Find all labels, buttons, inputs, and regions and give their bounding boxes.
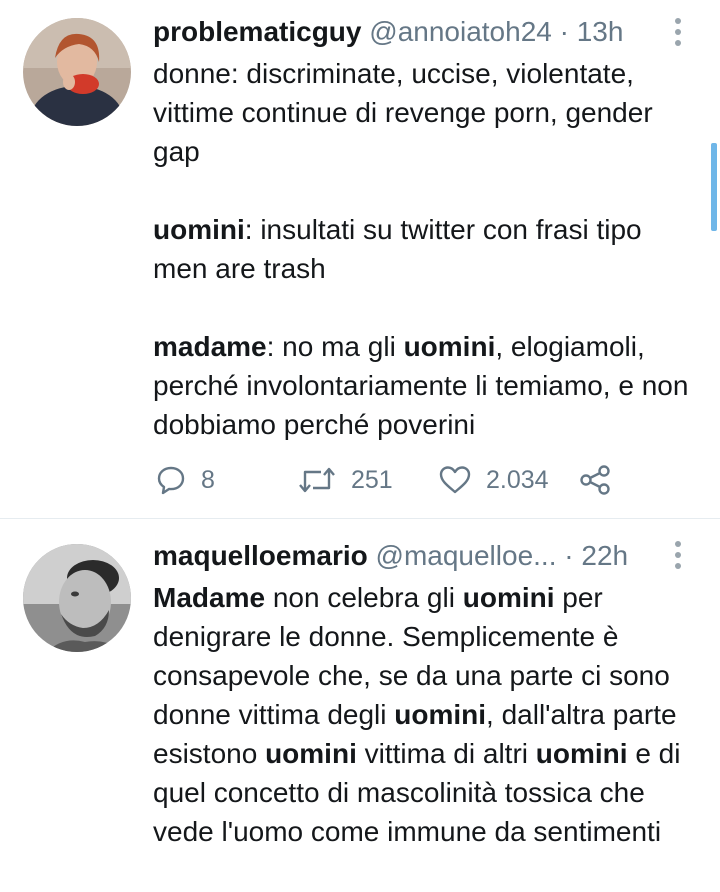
separator-dot: · <box>559 16 569 47</box>
display-name[interactable]: maquelloemario <box>153 540 368 571</box>
retweet-icon <box>299 467 335 493</box>
more-vertical-icon[interactable] <box>672 18 684 52</box>
share-icon <box>580 465 610 495</box>
like-count: 2.034 <box>486 465 549 494</box>
timestamp[interactable]: 13h <box>577 16 624 47</box>
user-handle[interactable]: @annoiatoh24 <box>369 16 552 47</box>
tweet-paragraph: madame: no ma gli uomini, elogiamoli, pe… <box>153 331 689 440</box>
heart-icon <box>439 466 471 494</box>
reply-icon <box>157 466 185 495</box>
tweet-2[interactable]: maquelloemario @maquelloe... · 22h Madam… <box>0 519 720 892</box>
reply-button[interactable]: 8 <box>155 460 215 500</box>
avatar[interactable] <box>23 544 131 652</box>
tweet-header: maquelloemario @maquelloe... · 22h <box>153 536 660 576</box>
like-button[interactable]: 2.034 <box>438 460 549 500</box>
more-vertical-icon[interactable] <box>672 541 684 575</box>
reply-count: 8 <box>201 465 215 494</box>
timestamp[interactable]: 22h <box>581 540 628 571</box>
display-name[interactable]: problematicguy <box>153 16 361 47</box>
tweet-header: problematicguy @annoiatoh24 · 13h <box>153 12 660 52</box>
avatar[interactable] <box>23 18 131 126</box>
tweet-paragraph: uomini: insultati su twitter con frasi t… <box>153 214 642 284</box>
scrollbar[interactable] <box>711 143 717 231</box>
share-button[interactable] <box>578 460 612 500</box>
retweet-count: 251 <box>351 465 393 494</box>
tweet-paragraph: Madame non celebra gli uomini per denigr… <box>153 582 681 847</box>
tweet-text: donne: discriminate, uccise, violentate,… <box>153 54 698 444</box>
tweet-text: Madame non celebra gli uomini per denigr… <box>153 578 698 851</box>
tweet-paragraph: donne: discriminate, uccise, violentate,… <box>153 58 653 167</box>
separator-dot: · <box>564 540 574 571</box>
tweet-1[interactable]: problematicguy @annoiatoh24 · 13h donne:… <box>0 0 720 518</box>
tweet-actions: 8 251 2.034 <box>155 460 655 500</box>
user-handle[interactable]: @maquelloe... <box>376 540 557 571</box>
avatar-image <box>23 544 131 652</box>
avatar-image <box>23 18 131 126</box>
retweet-button[interactable]: 251 <box>297 460 393 500</box>
